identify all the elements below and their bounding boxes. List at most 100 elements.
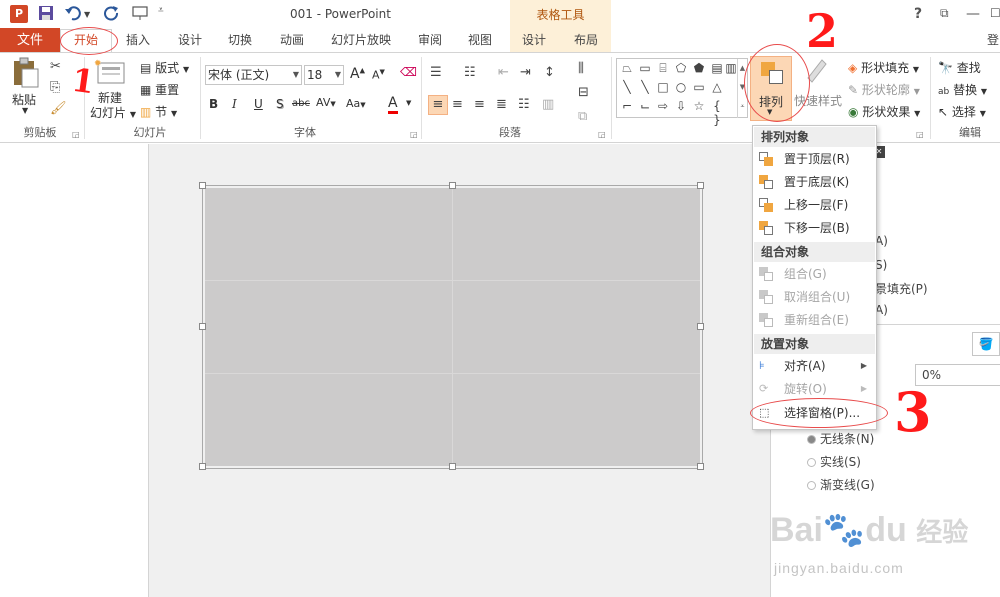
rounded-rect-shape-icon[interactable]: ▭ bbox=[637, 61, 653, 75]
customize-qat-icon[interactable]: ⩡ bbox=[158, 5, 164, 23]
font-name-combo[interactable]: 宋体 (正文) ▼ bbox=[205, 65, 302, 85]
menu-item-send-backward[interactable]: 下移一层(B) bbox=[754, 217, 875, 239]
font-launcher-icon[interactable]: ◲ bbox=[410, 130, 418, 139]
rect2-shape-icon[interactable]: ▭ bbox=[691, 80, 707, 94]
resize-handle[interactable] bbox=[697, 463, 704, 470]
rect-shape-icon[interactable]: □ bbox=[655, 80, 671, 94]
brace-shape-icon[interactable]: { } bbox=[709, 99, 725, 127]
line-shape-icon[interactable]: ╲ bbox=[619, 80, 635, 94]
resize-handle[interactable] bbox=[697, 323, 704, 330]
down-arrow-shape-icon[interactable]: ⇩ bbox=[673, 99, 689, 113]
menu-item-align[interactable]: ⊧ 对齐(A) ▶ bbox=[754, 355, 875, 377]
save-icon[interactable] bbox=[38, 5, 54, 23]
trapezoid-shape-icon[interactable]: ⏢ bbox=[619, 61, 635, 75]
resize-handle[interactable] bbox=[697, 182, 704, 189]
cut-icon[interactable]: ✂ bbox=[50, 59, 61, 74]
triangle-shape-icon[interactable]: △ bbox=[709, 80, 725, 94]
ribbon-display-icon[interactable]: ⧉ bbox=[940, 6, 949, 21]
menu-item-bring-to-front[interactable]: 置于顶层(R) bbox=[754, 148, 875, 170]
section-button[interactable]: ▥ 节 ▼ bbox=[140, 103, 177, 120]
decrease-indent-icon[interactable]: ⇤ bbox=[498, 65, 509, 80]
undo-dropdown-icon[interactable]: ▼ bbox=[84, 10, 90, 28]
replace-button[interactable]: ab 替换 ▼ bbox=[938, 81, 987, 98]
gradient-line-radio[interactable]: 渐变线(G) bbox=[807, 476, 875, 493]
shapes-gallery[interactable]: ⏢ ▭ ⌸ ⬠ ⬟ ▤ ▥ ╲ ╲ □ ○ ▭ △ ⌐ ⌙ ⇨ ⇩ ☆ { } … bbox=[616, 58, 748, 127]
numbering-icon[interactable]: ☷ bbox=[464, 65, 476, 80]
tab-table-design[interactable]: 设计 bbox=[514, 28, 554, 53]
drawing-launcher-icon[interactable]: ◲ bbox=[916, 130, 924, 139]
underline-button[interactable]: U bbox=[254, 97, 263, 111]
star-shape-icon[interactable]: ☆ bbox=[691, 99, 707, 113]
justify-icon[interactable]: ≣ bbox=[496, 97, 507, 112]
maximize-icon[interactable]: ☐ bbox=[990, 6, 1000, 20]
menu-item-rotate[interactable]: ⟳ 旋转(O) ▶ bbox=[754, 378, 875, 400]
tab-file[interactable]: 文件 bbox=[0, 28, 60, 53]
italic-button[interactable]: I bbox=[232, 97, 237, 111]
resize-handle[interactable] bbox=[449, 182, 456, 189]
reset-button[interactable]: ▦ 重置 bbox=[140, 81, 179, 98]
align-left-button[interactable]: ≡ bbox=[428, 95, 448, 115]
align-right-icon[interactable]: ≡ bbox=[474, 97, 485, 112]
tab-animations[interactable]: 动画 bbox=[272, 28, 312, 53]
format-painter-icon[interactable]: 🖌 bbox=[50, 101, 67, 116]
redo-icon[interactable] bbox=[104, 5, 120, 23]
snip-rect-shape-icon[interactable]: ⬠ bbox=[673, 61, 689, 75]
resize-handle[interactable] bbox=[199, 323, 206, 330]
find-button[interactable]: 🔭 查找 bbox=[938, 59, 981, 76]
bold-button[interactable]: B bbox=[209, 97, 218, 111]
no-line-radio[interactable]: 无线条(N) bbox=[807, 430, 874, 447]
fill-color-picker-icon[interactable]: 🪣 bbox=[972, 332, 1000, 356]
strikethrough-button[interactable]: abc bbox=[292, 98, 310, 109]
right-arrow-shape-icon[interactable]: ⇨ bbox=[655, 99, 671, 113]
line-spacing-icon[interactable]: ↕ bbox=[544, 65, 555, 80]
menu-item-ungroup[interactable]: 取消组合(U) bbox=[754, 286, 875, 308]
resize-handle[interactable] bbox=[449, 463, 456, 470]
tab-transitions[interactable]: 切换 bbox=[220, 28, 260, 53]
tab-view[interactable]: 视图 bbox=[460, 28, 500, 53]
tab-design[interactable]: 设计 bbox=[170, 28, 210, 53]
tab-slideshow[interactable]: 幻灯片放映 bbox=[326, 28, 396, 53]
smartart-icon[interactable]: ⧉ bbox=[578, 109, 587, 124]
font-color-dropdown-icon[interactable]: ▼ bbox=[406, 99, 411, 107]
grow-font-button[interactable]: A▲ bbox=[350, 66, 365, 82]
tab-review[interactable]: 审阅 bbox=[410, 28, 450, 53]
align-text-icon[interactable]: ⊟ bbox=[578, 85, 589, 100]
align-center-icon[interactable]: ≡ bbox=[452, 97, 463, 112]
menu-item-bring-forward[interactable]: 上移一层(F) bbox=[754, 194, 875, 216]
bullets-icon[interactable]: ☰ bbox=[430, 65, 442, 80]
start-slideshow-icon[interactable] bbox=[132, 5, 150, 23]
tab-insert[interactable]: 插入 bbox=[118, 28, 158, 53]
paste-button[interactable]: 粘贴 ▼ bbox=[10, 57, 42, 117]
arrow-shape-icon[interactable]: ╲ bbox=[637, 80, 653, 94]
menu-item-group[interactable]: 组合(G) bbox=[754, 263, 875, 285]
paragraph-launcher-icon[interactable]: ◲ bbox=[598, 130, 606, 139]
login-link[interactable]: 登 bbox=[986, 28, 1000, 53]
menu-item-regroup[interactable]: 重新组合(E) bbox=[754, 309, 875, 331]
text-direction-icon[interactable]: ⫼ bbox=[578, 61, 584, 76]
can-shape-icon[interactable]: ⌸ bbox=[655, 61, 671, 75]
shape-effects-button[interactable]: ◉ 形状效果 ▼ bbox=[848, 103, 920, 120]
clipboard-launcher-icon[interactable]: ◲ bbox=[72, 130, 80, 139]
menu-item-send-to-back[interactable]: 置于底层(K) bbox=[754, 171, 875, 193]
columns-icon[interactable]: ▥ bbox=[542, 97, 554, 112]
shape-fill-button[interactable]: ◈ 形状填充 ▼ bbox=[848, 59, 919, 76]
copy-icon[interactable]: ⎘ bbox=[50, 80, 60, 95]
layout-button[interactable]: ▤ 版式 ▼ bbox=[140, 59, 189, 76]
resize-handle[interactable] bbox=[199, 463, 206, 470]
help-button[interactable]: ? bbox=[914, 6, 922, 22]
pane-option-partial-3[interactable]: 景填充(P) bbox=[875, 280, 928, 297]
shadow-button[interactable]: S bbox=[276, 97, 284, 111]
tab-table-layout[interactable]: 布局 bbox=[566, 28, 606, 53]
minimize-icon[interactable]: — bbox=[966, 6, 980, 22]
select-button[interactable]: ↖ 选择 ▼ bbox=[938, 103, 986, 120]
change-case-button[interactable]: Aa▼ bbox=[346, 97, 366, 110]
shrink-font-button[interactable]: A▼ bbox=[372, 68, 385, 82]
shape-outline-button[interactable]: ✎ 形状轮廓 ▼ bbox=[848, 81, 920, 98]
solid-line-radio[interactable]: 实线(S) bbox=[807, 453, 861, 470]
char-spacing-button[interactable]: AV▼ bbox=[316, 96, 336, 109]
increase-indent-icon[interactable]: ⇥ bbox=[520, 65, 531, 80]
clear-formatting-icon[interactable]: ⌫ bbox=[400, 65, 417, 79]
pentagon-shape-icon[interactable]: ⬟ bbox=[691, 61, 707, 75]
font-color-button[interactable]: A bbox=[388, 95, 398, 114]
gallery-more-icon[interactable]: ⩡ bbox=[737, 97, 747, 118]
